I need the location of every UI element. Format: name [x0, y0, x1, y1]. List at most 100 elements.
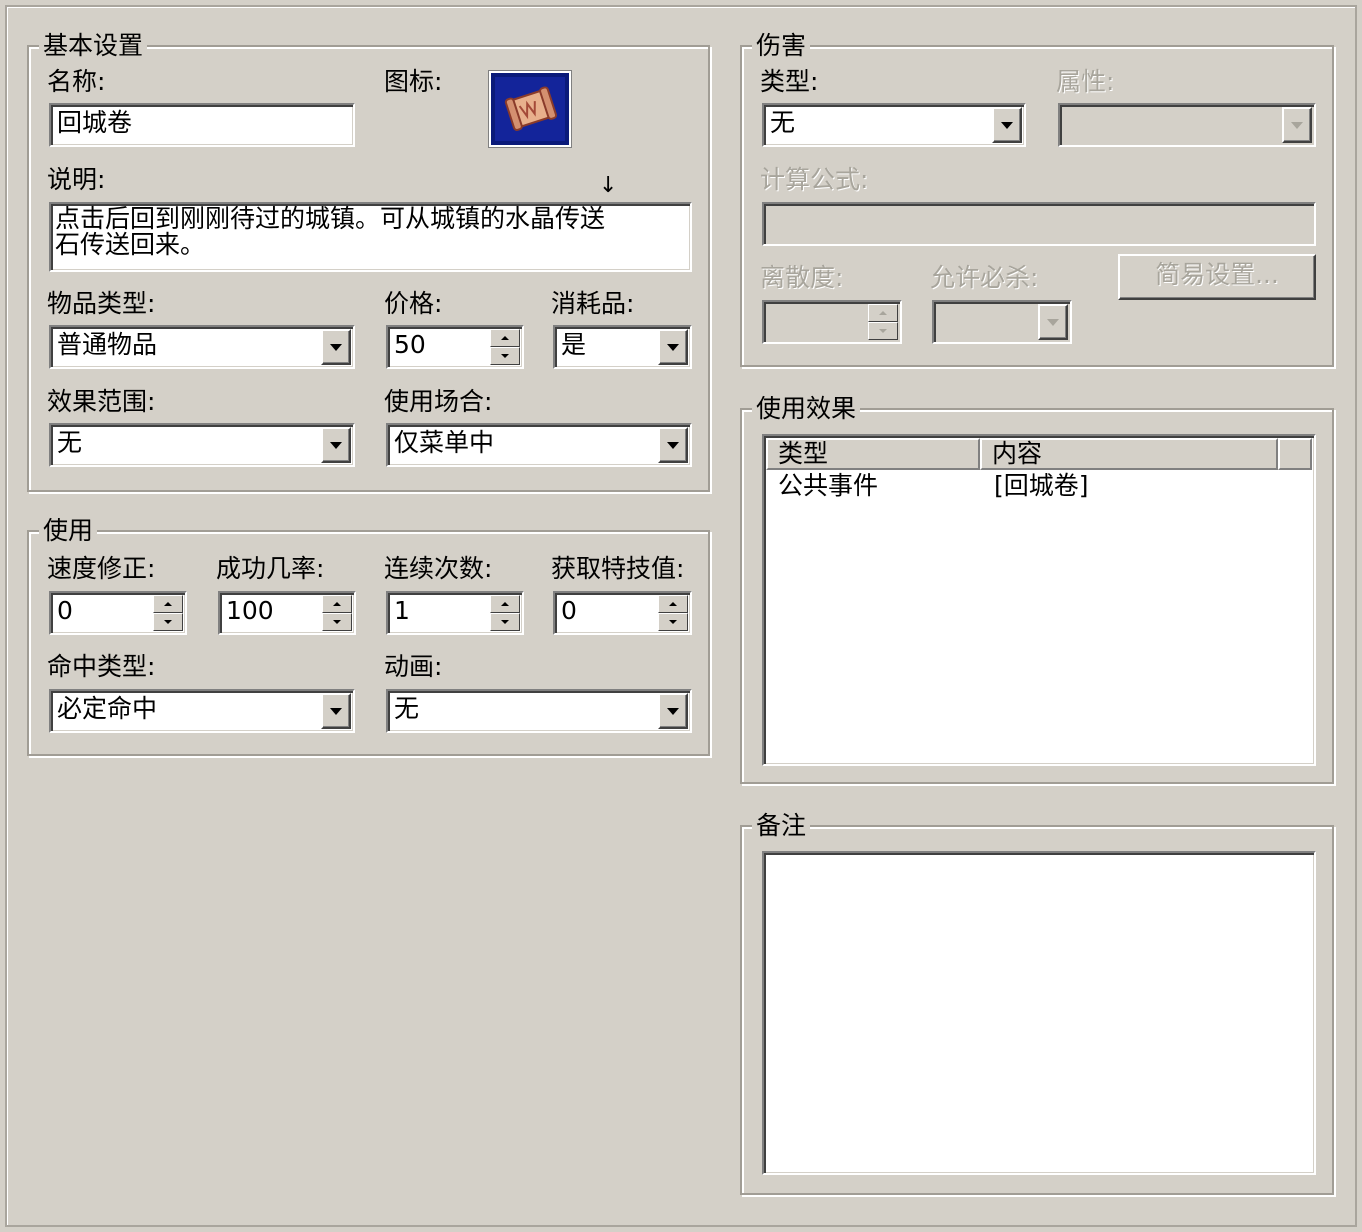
element-dropdown-button[interactable] — [1282, 107, 1312, 143]
price-value: 50 — [394, 330, 426, 359]
arrow-up-icon — [164, 602, 172, 606]
animation-label: 动画: — [384, 652, 443, 681]
price-up-button[interactable] — [490, 329, 520, 347]
damage-type-dropdown[interactable]: 无 — [762, 103, 1026, 147]
item-icon-button[interactable] — [489, 71, 571, 147]
speed-down-button[interactable] — [153, 613, 183, 631]
chevron-down-icon — [330, 343, 342, 351]
speed-stepper[interactable]: 0 — [49, 591, 187, 635]
occasion-label: 使用场合: — [384, 387, 493, 416]
speed-label: 速度修正: — [47, 554, 156, 583]
damage-type-dropdown-button[interactable] — [992, 107, 1022, 143]
item-type-dropdown-button[interactable] — [321, 329, 351, 365]
variance-down-button[interactable] — [868, 322, 898, 340]
usage-group: 使用 速度修正: 0 成功几率: 100 连续次数: 1 获取特技值: 0 命中… — [27, 516, 710, 756]
arrow-up-icon — [501, 336, 509, 340]
success-rate-value: 100 — [226, 596, 274, 625]
hit-type-value: 必定命中 — [57, 694, 158, 723]
arrow-up-icon — [669, 602, 677, 606]
description-value: 点击后回到刚刚待过的城镇。可从城镇的水晶传送石传送回来。 — [55, 204, 606, 259]
usage-legend: 使用 — [39, 516, 98, 546]
repeat-stepper[interactable]: 1 — [386, 591, 524, 635]
consumable-value: 是 — [561, 330, 587, 359]
tp-gain-stepper[interactable]: 0 — [553, 591, 692, 635]
element-dropdown[interactable] — [1058, 103, 1316, 147]
variance-spin[interactable] — [868, 304, 898, 340]
hit-type-dropdown-button[interactable] — [321, 693, 351, 729]
speed-value: 0 — [57, 596, 73, 625]
arrow-down-icon — [501, 620, 509, 624]
repeat-down-button[interactable] — [490, 613, 520, 631]
animation-dropdown-button[interactable] — [658, 693, 688, 729]
scope-dropdown[interactable]: 无 — [49, 423, 355, 467]
tp-gain-up-button[interactable] — [658, 595, 688, 613]
repeat-up-button[interactable] — [490, 595, 520, 613]
damage-legend: 伤害 — [752, 31, 811, 61]
formula-field[interactable] — [762, 202, 1316, 246]
scope-value: 无 — [57, 428, 83, 457]
animation-dropdown[interactable]: 无 — [386, 689, 692, 733]
name-value: 回城卷 — [57, 108, 133, 137]
critical-dropdown-button[interactable] — [1038, 304, 1068, 340]
description-field[interactable]: 点击后回到刚刚待过的城镇。可从城镇的水晶传送石传送回来。 — [49, 202, 692, 272]
element-label: 属性: — [1056, 67, 1115, 96]
variance-up-button[interactable] — [868, 304, 898, 322]
list-item[interactable]: 公共事件 [回城卷] — [766, 470, 1312, 502]
arrow-up-icon — [501, 602, 509, 606]
text-cursor-icon: ↓ — [599, 173, 618, 198]
success-rate-stepper[interactable]: 100 — [218, 591, 356, 635]
notes-textarea[interactable] — [762, 851, 1316, 1175]
success-rate-down-button[interactable] — [322, 613, 352, 631]
item-type-dropdown[interactable]: 普通物品 — [49, 325, 355, 369]
animation-value: 无 — [394, 694, 420, 723]
speed-up-button[interactable] — [153, 595, 183, 613]
price-label: 价格: — [384, 289, 443, 318]
tp-gain-down-button[interactable] — [658, 613, 688, 631]
occasion-dropdown[interactable]: 仅菜单中 — [386, 423, 692, 467]
price-spin[interactable] — [490, 329, 520, 365]
name-label: 名称: — [47, 67, 106, 96]
description-label: 说明: — [47, 165, 106, 194]
tp-gain-spin[interactable] — [658, 595, 688, 631]
column-header-content[interactable]: 内容 — [980, 438, 1278, 470]
effects-legend: 使用效果 — [752, 394, 861, 424]
column-header-type[interactable]: 类型 — [766, 438, 980, 470]
notes-legend: 备注 — [752, 811, 811, 841]
scope-dropdown-button[interactable] — [321, 427, 351, 463]
critical-label: 允许必杀: — [930, 263, 1039, 292]
repeat-spin[interactable] — [490, 595, 520, 631]
consumable-dropdown-button[interactable] — [658, 329, 688, 365]
success-rate-up-button[interactable] — [322, 595, 352, 613]
chevron-down-icon — [667, 707, 679, 715]
speed-spin[interactable] — [153, 595, 183, 631]
name-field[interactable]: 回城卷 — [49, 103, 355, 147]
effects-list-header: 类型 内容 — [766, 438, 1312, 470]
price-down-button[interactable] — [490, 347, 520, 365]
chevron-down-icon — [667, 343, 679, 351]
consumable-label: 消耗品: — [551, 289, 635, 318]
easy-setup-button[interactable]: 简易设置... — [1118, 254, 1316, 300]
effect-type-cell: 公共事件 — [778, 471, 879, 500]
effects-group: 使用效果 类型 内容 公共事件 [回城卷] — [740, 394, 1334, 784]
tp-gain-value: 0 — [561, 596, 577, 625]
variance-label: 离散度: — [760, 263, 844, 292]
chevron-down-icon — [667, 441, 679, 449]
scroll-icon — [491, 73, 569, 145]
icon-label: 图标: — [384, 67, 443, 96]
success-rate-spin[interactable] — [322, 595, 352, 631]
repeat-value: 1 — [394, 596, 410, 625]
basic-settings-legend: 基本设置 — [39, 31, 148, 61]
variance-stepper[interactable] — [762, 300, 902, 344]
hit-type-dropdown[interactable]: 必定命中 — [49, 689, 355, 733]
tp-gain-label: 获取特技值: — [551, 554, 685, 583]
arrow-up-icon — [333, 602, 341, 606]
critical-dropdown[interactable] — [932, 300, 1072, 344]
arrow-up-icon — [879, 311, 887, 315]
effects-list[interactable]: 类型 内容 公共事件 [回城卷] — [762, 434, 1316, 766]
damage-type-value: 无 — [770, 108, 796, 137]
occasion-dropdown-button[interactable] — [658, 427, 688, 463]
column-header-filler — [1278, 438, 1312, 470]
consumable-dropdown[interactable]: 是 — [553, 325, 692, 369]
price-stepper[interactable]: 50 — [386, 325, 524, 369]
arrow-down-icon — [501, 354, 509, 358]
